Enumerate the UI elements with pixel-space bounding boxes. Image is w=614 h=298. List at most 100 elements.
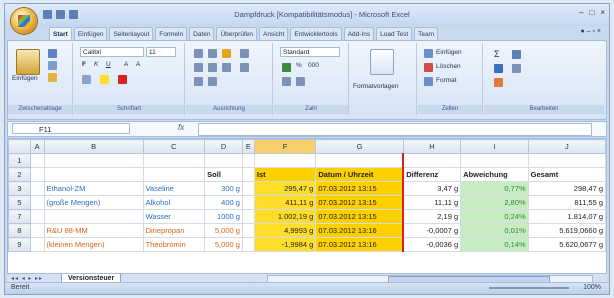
cell[interactable]: 2,19 g [402,209,462,224]
cell[interactable] [29,237,45,252]
cell[interactable]: 298,47 g [527,181,606,196]
cell[interactable]: 07.03.2012 13:16 [315,223,404,238]
column-header-i[interactable]: I [460,139,529,154]
zoom-slider[interactable] [489,287,569,289]
cell[interactable]: 07.03.2012 13:15 [315,195,404,210]
increase-indent-icon[interactable] [208,77,217,86]
minimize-button[interactable]: – [579,8,583,17]
cell[interactable]: 0,14% [460,237,529,252]
cell[interactable]: Alkohol [142,195,206,210]
row-header[interactable]: 8 [8,223,31,238]
font-color-icon[interactable] [118,75,127,84]
cell[interactable]: 0,77% [460,181,529,196]
cell[interactable]: 11,11 g [402,195,462,210]
cell[interactable]: 300 g [204,181,243,196]
column-header-g[interactable]: G [315,139,404,154]
save-icon[interactable] [43,10,52,19]
thousands-button[interactable]: 000 [308,62,319,69]
cell[interactable] [29,195,45,210]
cell[interactable] [142,153,206,168]
close-button[interactable]: × [600,8,605,17]
cell[interactable] [527,153,606,168]
cell[interactable] [29,209,45,224]
grow-font-button[interactable]: A [124,61,128,68]
cell[interactable]: 2,80% [460,195,529,210]
column-header-c[interactable]: C [142,139,206,154]
copy-icon[interactable] [48,61,57,70]
sort-filter-icon[interactable] [512,50,521,59]
cell[interactable] [29,167,45,182]
format-cells-icon[interactable] [424,77,433,86]
delete-cells-icon[interactable] [424,63,433,72]
cell[interactable] [460,153,529,168]
wrap-text-icon[interactable] [240,49,249,58]
font-size-select[interactable]: 11 [146,47,176,57]
cell[interactable] [315,153,404,168]
align-middle-icon[interactable] [208,49,217,58]
cell[interactable]: 0,01% [460,223,529,238]
zoom-level[interactable]: 100% [583,284,601,291]
undo-icon[interactable] [56,10,65,19]
cell[interactable] [241,181,255,196]
cell[interactable] [241,167,255,182]
row-header[interactable]: 7 [8,209,31,224]
format-cells-label[interactable]: Format [436,77,457,84]
cell[interactable]: R&U 88-MM [43,223,144,238]
cell[interactable] [142,167,206,182]
cell[interactable] [29,181,45,196]
cell[interactable]: 3,47 g [402,181,462,196]
cell[interactable]: 1000 g [204,209,243,224]
decrease-decimal-icon[interactable] [296,77,305,86]
cell[interactable]: (kleinen Mengen) [43,237,144,252]
row-header[interactable]: 2 [8,167,31,182]
fill-icon[interactable] [494,64,503,73]
format-templates-label[interactable]: Formatvorlagen [353,83,399,90]
office-button[interactable] [11,8,37,34]
sheet-nav-buttons[interactable]: ◂◂ ◂ ▸ ▸▸ [11,275,43,282]
currency-icon[interactable] [282,63,291,72]
cell[interactable]: 07.03.2012 13:15 [315,209,404,224]
formula-input[interactable] [198,123,592,136]
fx-icon[interactable]: fx [178,123,192,134]
name-box[interactable]: F11 [12,123,130,134]
cell[interactable]: Theobromin [142,237,206,252]
column-header-b[interactable]: B [43,139,144,154]
bold-button[interactable]: F [82,61,86,68]
cell[interactable]: 4,9993 g [253,223,317,238]
cell[interactable] [29,223,45,238]
align-left-icon[interactable] [194,63,203,72]
column-header-d[interactable]: D [204,139,243,154]
row-header[interactable]: 1 [8,153,31,168]
header-ist[interactable]: Ist [253,167,317,182]
orientation-icon[interactable] [222,49,231,58]
cell[interactable]: 811,55 g [527,195,606,210]
header-soll[interactable]: Soll [204,167,243,182]
format-painter-icon[interactable] [48,73,57,82]
cut-icon[interactable] [48,49,57,58]
paste-icon[interactable] [16,49,40,75]
column-header-a[interactable]: A [29,139,45,154]
column-header-j[interactable]: J [527,139,606,154]
cell[interactable]: Dinepropan [142,223,206,238]
cell[interactable] [43,167,144,182]
italic-button[interactable]: K [94,61,98,68]
cell[interactable]: (große Mengen) [43,195,144,210]
merge-cells-icon[interactable] [240,63,249,72]
cell[interactable] [241,223,255,238]
cell[interactable] [253,153,317,168]
cell[interactable]: 5.619,0660 g [527,223,606,238]
insert-cells-icon[interactable] [424,49,433,58]
select-all-corner[interactable] [8,139,31,154]
paste-label[interactable]: Einfügen [12,75,38,82]
cell[interactable]: 5,000 g [204,237,243,252]
cell[interactable] [43,153,144,168]
cell[interactable] [241,237,255,252]
align-right-icon[interactable] [222,63,231,72]
cell[interactable] [29,153,45,168]
row-header[interactable]: 9 [8,237,31,252]
column-header-e[interactable]: E [241,139,255,154]
cell[interactable] [241,209,255,224]
cell[interactable]: Ethanol-ZM [43,181,144,196]
cell[interactable] [241,195,255,210]
insert-cells-label[interactable]: Einfügen [436,49,462,56]
